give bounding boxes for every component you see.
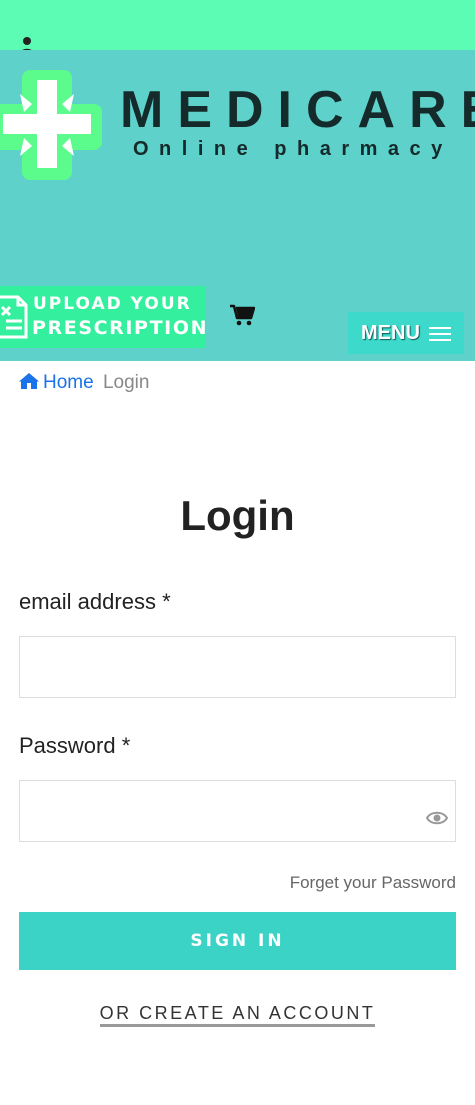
brand-tagline: Online pharmacy	[133, 138, 453, 160]
medical-cross-icon[interactable]	[0, 64, 102, 184]
prescription-document-icon	[0, 295, 28, 339]
upload-label-line2: PRESCRIPTION	[32, 317, 209, 339]
brand-name[interactable]: MEDICARE	[120, 80, 475, 140]
breadcrumb-home-link[interactable]: Home	[19, 372, 99, 393]
top-bar	[0, 0, 475, 54]
email-field[interactable]	[19, 636, 456, 698]
eye-icon[interactable]	[426, 810, 448, 826]
hamburger-icon	[429, 327, 451, 341]
create-account-link[interactable]: OR CREATE AN ACCOUNT	[0, 1003, 475, 1027]
shopping-cart-icon[interactable]	[230, 304, 255, 326]
breadcrumb-home-label[interactable]: Home	[43, 372, 94, 393]
create-account-label[interactable]: OR CREATE AN ACCOUNT	[99, 1003, 376, 1027]
forgot-password-link[interactable]: Forget your Password	[290, 873, 456, 893]
breadcrumb-current: Login	[102, 372, 150, 393]
site-header: MEDICARE Online pharmacy UPLOAD YOUR PRE…	[0, 50, 475, 361]
page-title: Login	[180, 492, 295, 539]
upload-prescription-button[interactable]: UPLOAD YOUR PRESCRIPTION	[0, 286, 206, 348]
password-field[interactable]	[19, 780, 456, 842]
upload-label-line1: UPLOAD YOUR	[33, 294, 192, 314]
home-icon	[19, 373, 39, 389]
menu-button[interactable]: MENU	[348, 312, 464, 354]
email-label: email address *	[19, 589, 171, 614]
sign-in-button[interactable]: SIGN IN	[19, 912, 456, 970]
menu-label: MENU	[361, 322, 420, 344]
password-label: Password *	[19, 733, 131, 758]
breadcrumb: Home Login	[19, 372, 149, 394]
